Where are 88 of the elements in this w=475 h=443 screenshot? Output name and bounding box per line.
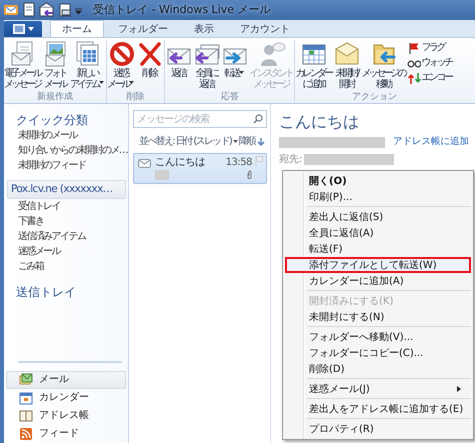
document-icon[interactable] xyxy=(22,2,36,18)
menu-item[interactable]: 転送(F) xyxy=(285,241,471,257)
ribbon-tab[interactable]: 表示 xyxy=(182,20,226,37)
section-heading[interactable]: 送信トレイ xyxy=(4,284,128,300)
message-subject: こんにちは xyxy=(155,155,206,170)
ribbon-tab[interactable]: アカウント xyxy=(228,20,302,37)
group-label: 削除 xyxy=(126,92,146,103)
group-label: 応答 xyxy=(220,92,240,103)
menu-item[interactable]: フォルダーにコピー(C)... xyxy=(285,345,471,361)
ribbon-tab[interactable]: フォルダー xyxy=(106,20,180,37)
sort-order-button[interactable]: 降順 xyxy=(238,134,265,149)
ribbon-button[interactable]: カレンダー に追加 xyxy=(295,40,334,92)
mail-icon xyxy=(19,373,33,387)
folder-item[interactable]: 受信トレイ xyxy=(4,199,128,214)
group-label: 新規作成 xyxy=(36,92,74,103)
prohibited-icon xyxy=(108,40,136,67)
folder-item[interactable]: 下書き xyxy=(4,214,128,229)
folder-item[interactable]: 未開封のメール xyxy=(4,128,128,143)
menu-item[interactable]: 迷惑メール(J) xyxy=(285,381,471,397)
rss-icon xyxy=(19,427,33,441)
caret-icon xyxy=(28,27,34,31)
ribbon-button[interactable]: メッセージの 移動 xyxy=(361,40,407,92)
small-ribbon-button[interactable]: ウォッチ xyxy=(406,56,454,70)
message-time: 13:58 xyxy=(226,156,252,170)
message-subject: こんにちは xyxy=(279,112,360,132)
menu-item[interactable]: 開く(O) xyxy=(285,173,471,189)
caret-icon xyxy=(129,81,134,84)
submenu-arrow-icon xyxy=(457,386,461,392)
envelope-icon xyxy=(138,157,151,168)
caret-icon xyxy=(99,81,104,84)
menu-item[interactable]: カレンダーに追加(A) xyxy=(285,273,471,289)
caret-icon xyxy=(239,70,244,74)
ribbon-button[interactable]: 転送 xyxy=(221,40,250,92)
menu-item[interactable]: 差出人に返信(S) xyxy=(285,209,471,225)
folder-item[interactable]: 迷惑メール xyxy=(4,244,128,259)
file-menu-button[interactable] xyxy=(4,21,42,37)
folder-item[interactable]: 送信済みアイテム xyxy=(4,229,128,244)
ribbon-button[interactable]: 新しい アイテム xyxy=(70,40,106,92)
redacted-block xyxy=(155,170,169,180)
window-icon xyxy=(12,24,24,34)
menu-item[interactable]: フォルダーへ移動(V)... xyxy=(285,329,471,345)
ribbon-tab[interactable]: ホーム xyxy=(50,20,104,37)
small-ribbon-button[interactable]: フラグ xyxy=(406,41,454,55)
window-title: 受信トレイ - Windows Live メール xyxy=(93,2,271,18)
folder-item[interactable]: ごみ箱 xyxy=(4,259,128,274)
caret-icon xyxy=(233,140,238,143)
ribbon-button[interactable]: 未開封/ 開封 xyxy=(333,40,362,92)
menu-item[interactable]: 差出人をアドレス帳に追加する(E) xyxy=(285,401,471,417)
recipient-label: 宛先: xyxy=(279,152,302,168)
flag-icon xyxy=(406,41,421,55)
menu-item[interactable]: 未開封にする(N) xyxy=(285,309,471,325)
ribbon-button[interactable]: 迷惑 メール xyxy=(107,40,136,92)
envelope-icon xyxy=(333,40,362,67)
section-heading[interactable]: クイック分類 xyxy=(4,112,128,128)
menu-item[interactable]: 印刷(P)... xyxy=(285,189,471,205)
menu-item[interactable]: 添付ファイルとして転送(W) xyxy=(285,257,471,273)
add-contact-link[interactable]: アドレス帳に追加 xyxy=(393,135,469,150)
group-label: アクション xyxy=(350,92,398,103)
folder-item[interactable]: 未開封のフィード xyxy=(4,158,128,173)
ribbon-button[interactable]: 全員に 返信 xyxy=(193,40,222,92)
caret-icon[interactable] xyxy=(75,6,82,14)
envelope-arrow-icon[interactable] xyxy=(39,2,55,18)
flag-icon xyxy=(255,155,263,167)
nav-item[interactable]: カレンダー xyxy=(6,389,126,407)
message-item[interactable]: こんにちは 13:58 xyxy=(133,153,267,184)
account-item[interactable]: Pox.lcv.ne (xxxxxxx… xyxy=(7,180,126,199)
mail-app-icon xyxy=(3,2,19,18)
search-icon xyxy=(253,114,263,124)
ribbon-button[interactable]: 電子メール メッセージ xyxy=(4,40,42,92)
paperclip-icon xyxy=(247,170,252,179)
sort-button[interactable]: 並べ替え: 日付 (スレッド) xyxy=(139,134,238,149)
menu-item[interactable]: 削除(D) xyxy=(285,361,471,377)
calendar-icon xyxy=(19,391,33,405)
ribbon-button[interactable]: 返信 xyxy=(165,40,194,92)
nav-item[interactable]: メール xyxy=(6,371,126,389)
ribbon-button[interactable]: フォト メール xyxy=(42,40,70,92)
search-field[interactable]: メッセージの検索 xyxy=(133,110,267,128)
document-icon[interactable] xyxy=(58,2,72,18)
nav-item[interactable]: フィード xyxy=(6,425,126,443)
arrows-icon xyxy=(406,71,421,85)
down-arrow-icon xyxy=(257,136,265,146)
ribbon-button[interactable]: 削除 xyxy=(136,40,164,92)
menu-item[interactable]: 全員に返信(A) xyxy=(285,225,471,241)
folder-item[interactable]: 知り合いからの未開封のメ… xyxy=(4,143,128,158)
menu-item[interactable]: プロパティ(R) xyxy=(285,421,471,437)
nav-item[interactable]: アドレス帳 xyxy=(6,407,126,425)
book-icon xyxy=(19,409,33,423)
small-ribbon-button[interactable]: エンコー xyxy=(406,71,454,85)
